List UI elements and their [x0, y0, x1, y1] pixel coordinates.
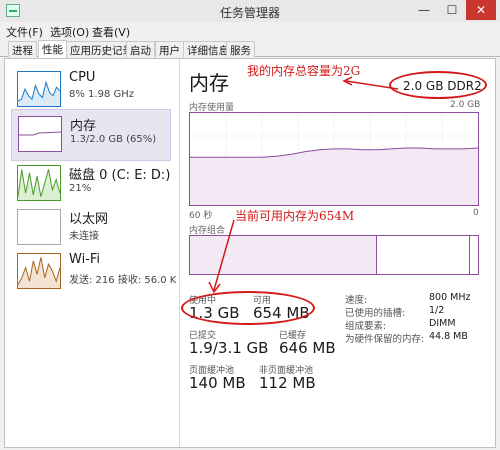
tab-startup[interactable]: 启动 [126, 41, 155, 57]
form-factor-value: DIMM [429, 318, 456, 329]
sidebar-item-label: Wi-Fi [69, 252, 101, 267]
ethernet-thumbnail-graph [17, 209, 61, 245]
cached-value: 646 MB [279, 339, 336, 357]
memory-thumbnail-graph [18, 116, 62, 152]
sidebar-item-label: CPU [69, 70, 96, 85]
memory-usage-graph [189, 112, 479, 206]
sidebar-item-wifi[interactable]: Wi-Fi 发送: 216 接收: 56.0 K [11, 247, 176, 299]
sidebar-item-label: 磁盘 0 (C: E: D:) [69, 168, 171, 183]
speed-value: 800 MHz [429, 292, 471, 303]
tab-performance[interactable]: 性能 [38, 40, 67, 58]
sidebar-item-label: 以太网 [69, 212, 109, 227]
sidebar-item-detail: 1.3/2.0 GB (65%) [70, 134, 157, 145]
available-note-arrow [208, 219, 235, 294]
sidebar-item-label: 内存 [70, 119, 97, 134]
available-memory-note: 当前可用内存为654M [235, 209, 355, 223]
time-axis-end: 0 [473, 208, 479, 218]
resource-list: CPU 8% 1.98 GHz 内存 1.3/2.0 GB (65%) 磁盘 0… [5, 59, 180, 447]
minimize-button[interactable]: — [410, 0, 438, 20]
title-bar: 任务管理器 — ☐ ✕ [0, 0, 500, 22]
form-factor-key: 组成要素: [345, 321, 387, 332]
maximize-button[interactable]: ☐ [438, 0, 466, 20]
sidebar-item-detail: 21% [69, 183, 92, 194]
sidebar-item-memory[interactable]: 内存 1.3/2.0 GB (65%) [11, 109, 171, 161]
close-button[interactable]: ✕ [466, 0, 496, 20]
wifi-thumbnail-graph [17, 253, 61, 289]
tab-services[interactable]: 服务 [226, 41, 255, 57]
tab-bar: 进程 性能 应用历史记录 启动 用户 详细信息 服务 [0, 40, 500, 58]
wifi-thumb-area [18, 257, 60, 288]
nonpaged-pool-value: 112 MB [259, 374, 316, 392]
tab-processes[interactable]: 进程 [8, 41, 37, 57]
composition-divider [469, 236, 470, 274]
menu-bar: 文件(F) 选项(O) 查看(V) [0, 22, 500, 40]
committed-value: 1.9/3.1 GB [189, 339, 269, 357]
sidebar-item-detail: 8% 1.98 GHz [69, 89, 135, 100]
paged-pool-value: 140 MB [189, 374, 246, 392]
disk-thumbnail-graph [17, 165, 61, 201]
menu-view[interactable]: 查看(V) [92, 24, 130, 40]
menu-file[interactable]: 文件(F) [6, 24, 43, 40]
menu-options[interactable]: 选项(O) [50, 24, 89, 40]
memory-usage-area [190, 148, 478, 205]
usage-graph-max: 2.0 GB [450, 100, 481, 110]
slots-value: 1/2 [429, 305, 445, 316]
sidebar-item-detail: 发送: 216 接收: 56.0 K [69, 275, 177, 286]
speed-key: 速度: [345, 295, 368, 306]
total-highlight-ellipse [389, 71, 487, 99]
sidebar-item-detail: 未连接 [69, 231, 99, 242]
cpu-thumbnail-graph [17, 71, 61, 107]
total-note-arrow [342, 76, 399, 90]
hardware-reserved-key: 为硬件保留的内存: [345, 334, 425, 345]
available-highlight-ellipse [181, 291, 315, 325]
slots-key: 已使用的插槽: [345, 308, 406, 319]
page-title: 内存 [189, 71, 229, 95]
tab-users[interactable]: 用户 [155, 41, 184, 57]
performance-panel: CPU 8% 1.98 GHz 内存 1.3/2.0 GB (65%) 磁盘 0… [4, 58, 496, 448]
hardware-reserved-value: 44.8 MB [429, 331, 468, 342]
